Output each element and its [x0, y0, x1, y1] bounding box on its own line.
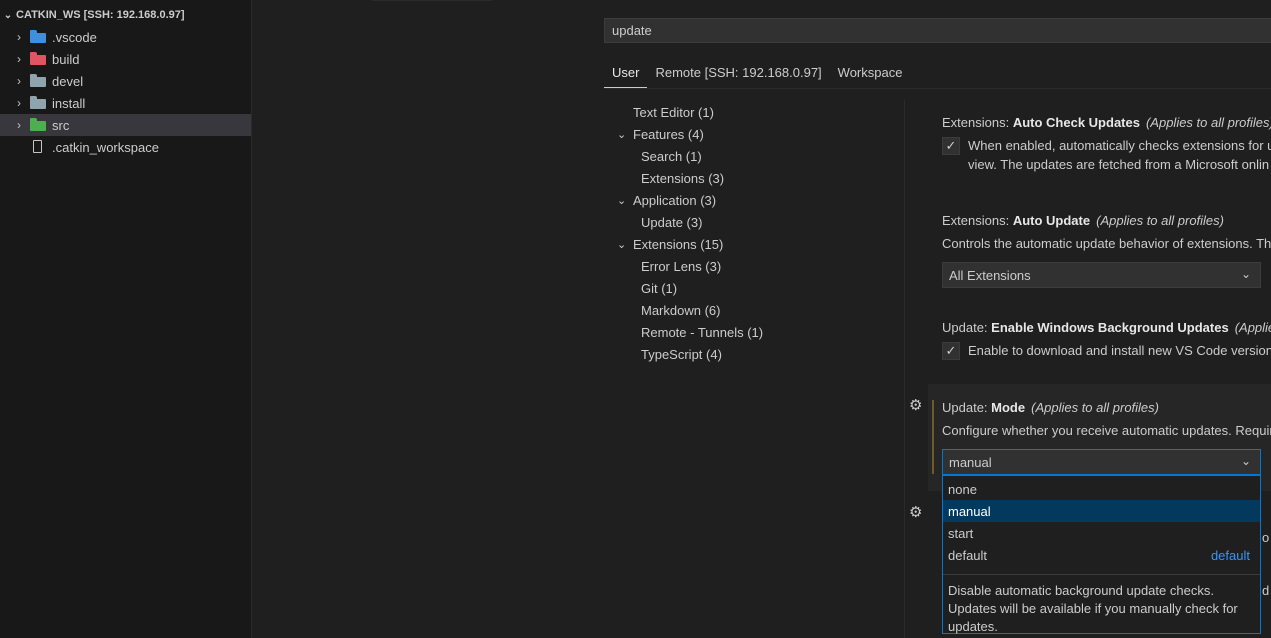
search-value: update — [612, 23, 652, 38]
setting-title-auto-check-updates: Extensions: Auto Check Updates (Applies t… — [942, 115, 1271, 130]
toc-item-git[interactable]: Git (1) — [641, 277, 677, 299]
option-start[interactable]: start — [943, 522, 1260, 544]
modified-indicator — [932, 400, 934, 474]
toc-item-features[interactable]: ⌄ Features (4) — [617, 123, 704, 145]
divider — [943, 574, 1260, 575]
chevron-down-icon: ⌄ — [1240, 454, 1251, 468]
tree-item-label: .vscode — [52, 29, 97, 45]
windows-background-updates-description: Enable to download and install new VS Co… — [968, 343, 1271, 358]
auto-check-updates-description: When enabled, automatically checks exten… — [968, 138, 1271, 172]
chevron-down-icon: ⌄ — [617, 194, 627, 207]
toc-item-search[interactable]: Search (1) — [641, 145, 702, 167]
chevron-down-icon: ⌄ — [3, 9, 13, 21]
tab-strip-edge — [372, 0, 492, 4]
tree-item-src[interactable]: › src — [0, 114, 251, 136]
tab-workspace[interactable]: Workspace — [830, 58, 911, 87]
update-mode-description: Configure whether you receive automatic … — [942, 423, 1271, 438]
check-icon: ✓ — [945, 138, 957, 153]
chevron-down-icon: ⌄ — [617, 238, 627, 251]
explorer-sidebar: ⌄ CATKIN_WS [SSH: 192.168.0.97] › .vscod… — [0, 0, 252, 638]
toc-item-extensions[interactable]: Extensions (3) — [641, 167, 724, 189]
auto-update-select[interactable]: All Extensions ⌄ — [942, 262, 1261, 288]
chevron-right-icon: › — [17, 30, 21, 44]
setting-title-windows-background-updates: Update: Enable Windows Background Update… — [942, 320, 1271, 335]
gear-icon[interactable]: ⚙ — [909, 503, 922, 521]
scope-tabs: User Remote [SSH: 192.168.0.97] Workspac… — [604, 58, 910, 88]
vscode-folder-icon — [30, 30, 46, 43]
settings-search-input[interactable]: update — [604, 18, 1271, 43]
check-icon: ✓ — [945, 343, 957, 358]
tab-remote[interactable]: Remote [SSH: 192.168.0.97] — [647, 58, 829, 87]
toc-item-update[interactable]: Update (3) — [641, 211, 702, 233]
chevron-right-icon: › — [17, 52, 21, 66]
tree-item-devel[interactable]: › devel — [0, 70, 251, 92]
option-description: Disable automatic background update chec… — [948, 583, 1238, 634]
option-manual[interactable]: manual — [943, 500, 1260, 522]
chevron-right-icon: › — [17, 118, 21, 132]
tab-user[interactable]: User — [604, 58, 648, 88]
toc-item-extensions-group[interactable]: ⌄ Extensions (15) — [617, 233, 723, 255]
chevron-down-icon: ⌄ — [617, 128, 627, 141]
tree-item-vscode[interactable]: › .vscode — [0, 26, 251, 48]
divider — [604, 88, 1271, 89]
auto-update-value: All Extensions — [949, 267, 1031, 283]
chevron-right-icon: › — [17, 74, 21, 88]
chevron-right-icon: › — [17, 96, 21, 110]
setting-title-auto-update: Extensions: Auto Update (Applies to all p… — [942, 213, 1224, 228]
chevron-down-icon: ⌄ — [1240, 267, 1251, 281]
tree-item-catkin-workspace[interactable]: .catkin_workspace — [0, 136, 251, 158]
tree-item-install[interactable]: › install — [0, 92, 251, 114]
update-mode-options-list: none manual start default default Disabl… — [942, 475, 1261, 634]
auto-check-updates-checkbox[interactable]: ✓ — [942, 137, 960, 155]
clipped-text: d — [1262, 583, 1270, 598]
file-icon — [30, 140, 46, 153]
update-mode-value: manual — [949, 454, 992, 470]
folder-icon — [30, 96, 46, 109]
toc-item-remote-tunnels[interactable]: Remote - Tunnels (1) — [641, 321, 763, 343]
clipped-text: o — [1262, 530, 1270, 545]
tree-item-label: src — [52, 117, 70, 133]
toc-item-text-editor[interactable]: Text Editor (1) — [633, 101, 714, 123]
toc-item-typescript[interactable]: TypeScript (4) — [641, 343, 722, 365]
gear-icon[interactable]: ⚙ — [909, 396, 922, 414]
build-folder-icon — [30, 52, 46, 65]
workspace-header[interactable]: ⌄ CATKIN_WS [SSH: 192.168.0.97] — [0, 4, 251, 26]
windows-background-updates-checkbox[interactable]: ✓ — [942, 342, 960, 360]
default-tag: default — [1210, 547, 1250, 563]
tree-item-label: .catkin_workspace — [52, 139, 159, 155]
toc-divider — [904, 100, 905, 638]
workspace-title: CATKIN_WS [SSH: 192.168.0.97] — [16, 9, 185, 21]
folder-icon — [30, 74, 46, 87]
tree-item-label: install — [52, 95, 86, 111]
settings-editor: update User Remote [SSH: 192.168.0.97] W… — [252, 0, 1271, 638]
toc-item-markdown[interactable]: Markdown (6) — [641, 299, 720, 321]
tree-item-build[interactable]: › build — [0, 48, 251, 70]
tree-item-label: build — [52, 51, 80, 67]
option-default[interactable]: default default — [943, 544, 1260, 566]
toc-item-application[interactable]: ⌄ Application (3) — [617, 189, 716, 211]
auto-update-description: Controls the automatic update behavior o… — [942, 236, 1271, 251]
src-folder-icon — [30, 118, 46, 131]
toc-item-error-lens[interactable]: Error Lens (3) — [641, 255, 721, 277]
setting-title-update-mode: Update: Mode (Applies to all profiles) — [942, 400, 1159, 415]
option-none[interactable]: none — [943, 478, 1260, 500]
tree-item-label: devel — [52, 73, 84, 89]
update-mode-select[interactable]: manual ⌄ — [942, 449, 1261, 475]
